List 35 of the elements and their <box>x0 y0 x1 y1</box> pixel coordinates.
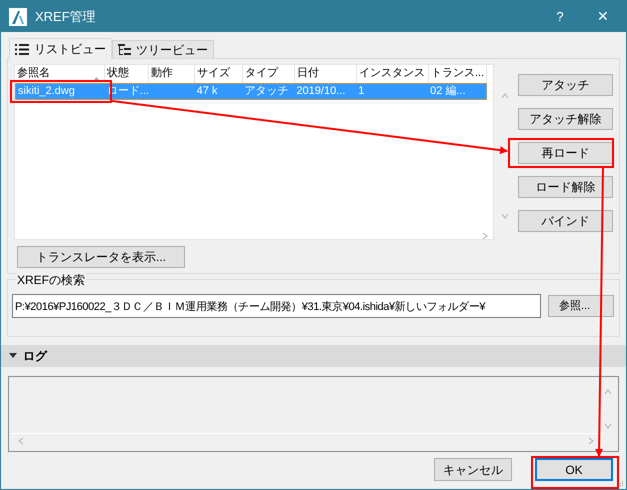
action-button[interactable]: バインド <box>518 210 613 232</box>
close-button[interactable]: ✕ <box>580 6 626 27</box>
log-header[interactable]: ログ <box>1 345 626 367</box>
tab[interactable]: リストビュー <box>9 38 112 59</box>
scroll-right-icon[interactable] <box>482 232 488 240</box>
table-cell: アタッチ <box>244 85 289 97</box>
scroll-right-icon[interactable] <box>588 437 594 445</box>
caret-icon <box>9 353 17 359</box>
scroll-down-icon[interactable] <box>501 213 509 219</box>
table-cell: 47 k <box>196 85 218 97</box>
dialog-button[interactable]: OK <box>535 458 613 481</box>
browse-button[interactable]: 参照... <box>548 295 614 317</box>
scroll-up-icon[interactable] <box>501 93 509 99</box>
app-logo-icon <box>9 8 27 26</box>
scroll-down-icon[interactable] <box>604 423 612 429</box>
action-button[interactable]: アタッチ解除 <box>518 108 613 130</box>
dialog-button[interactable]: キャンセル <box>434 458 512 481</box>
action-button[interactable]: 再ロード <box>518 142 613 164</box>
list-icon <box>15 44 29 54</box>
scroll-up-icon[interactable] <box>604 389 612 395</box>
tab[interactable]: ツリービュー <box>112 40 214 58</box>
table-cell: 2019/10... <box>296 85 346 97</box>
search-path-field[interactable]: P:¥2016¥PJ160022_３ＤＣ／ＢＩＭ運用業務（チーム開発）¥31.東京¥04.ishida¥新しいフォルダー¥ <box>12 294 541 318</box>
show-translator-button[interactable]: トランスレータを表示... <box>17 246 185 268</box>
action-button[interactable]: アタッチ <box>518 74 613 96</box>
table-cell: 1 <box>358 85 364 97</box>
search-group-label: XREFの検索 <box>16 271 86 289</box>
sort-icon <box>93 77 100 81</box>
help-button[interactable]: ? <box>540 6 580 26</box>
action-button[interactable]: ロード解除 <box>518 176 613 198</box>
scroll-left-icon[interactable] <box>18 437 24 445</box>
tree-icon <box>118 44 132 56</box>
table-cell: sikiti_2.dwg <box>18 85 75 97</box>
window-title: XREF管理 <box>35 8 96 26</box>
table-cell: 02 編... <box>430 85 466 97</box>
